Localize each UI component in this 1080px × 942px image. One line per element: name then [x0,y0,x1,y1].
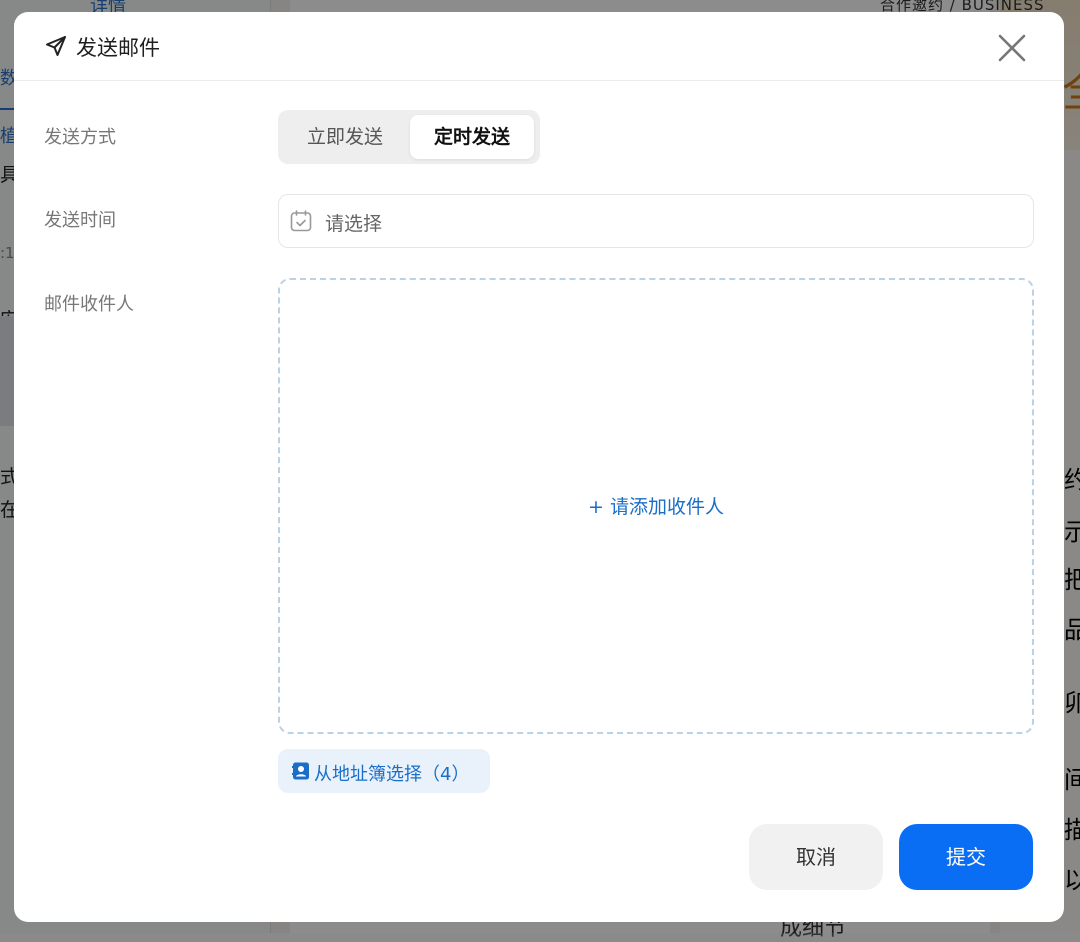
send-mode-immediate-option[interactable]: 立即发送 [284,115,406,159]
send-time-placeholder: 请选择 [325,213,383,235]
send-time-picker[interactable]: 请选择 [278,194,1034,248]
send-mode-label: 发送方式 [44,127,116,148]
close-icon[interactable] [992,28,1032,68]
send-email-dialog: 发送邮件 发送方式 立即发送 定时发送 发送时间 请选择 邮件收件人 + 请添加… [14,12,1064,922]
dialog-header: 发送邮件 [14,12,1064,81]
add-recipient-area[interactable]: + 请添加收件人 [278,278,1034,734]
cancel-button[interactable]: 取消 [749,824,883,890]
submit-button[interactable]: 提交 [899,824,1033,890]
send-mode-scheduled-option[interactable]: 定时发送 [410,115,534,159]
address-book-label: 从地址簿选择（4） [314,764,470,785]
send-mode-segmented-control: 立即发送 定时发送 [278,110,540,164]
send-icon [46,36,66,56]
send-time-label: 发送时间 [44,210,116,231]
dialog-title: 发送邮件 [76,36,160,60]
address-book-button[interactable]: 从地址簿选择（4） [278,749,490,793]
recipients-label: 邮件收件人 [44,294,134,315]
add-recipient-link[interactable]: + 请添加收件人 [280,492,1032,519]
calendar-icon [290,210,312,232]
contact-book-icon [292,762,309,780]
